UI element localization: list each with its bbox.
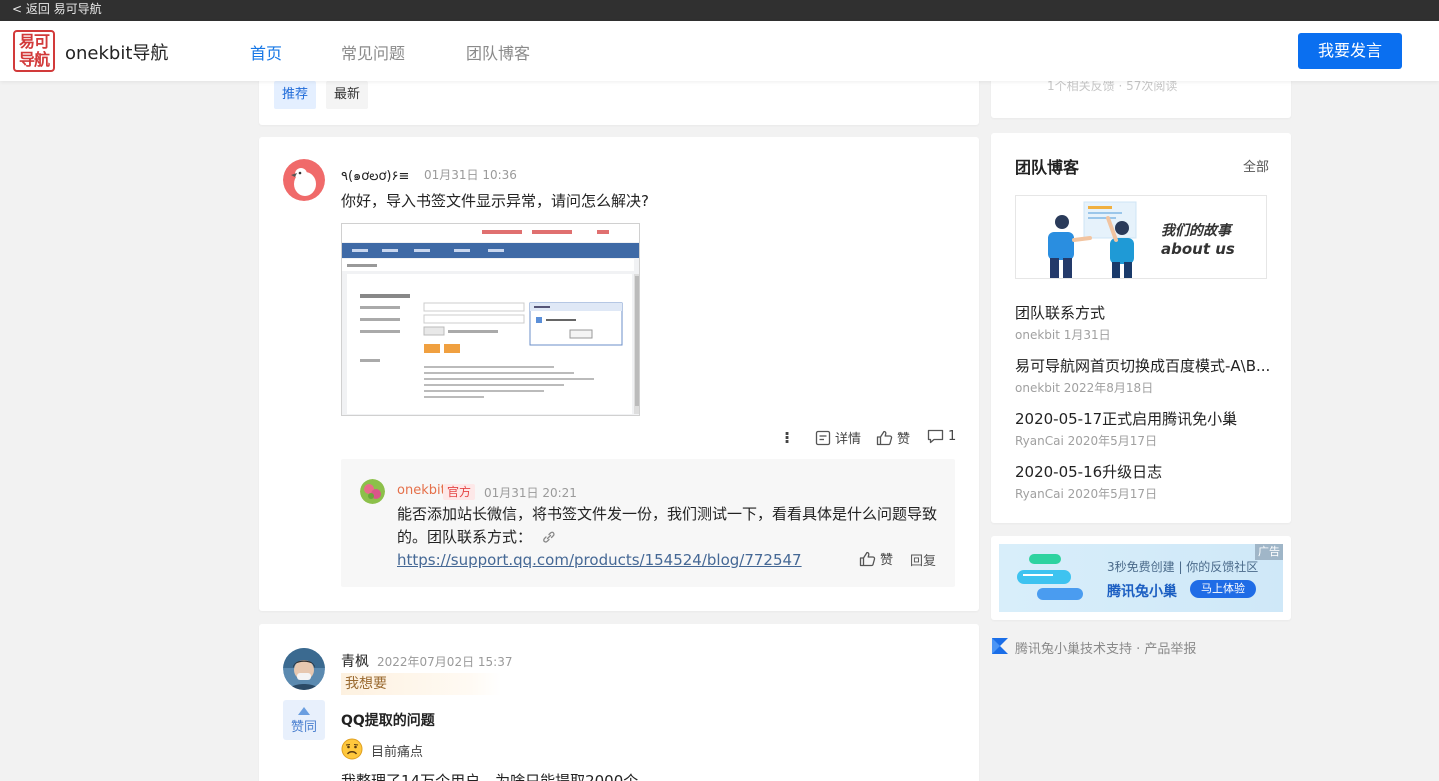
reply-button-label: 回复 (910, 554, 937, 569)
post-button[interactable]: 我要发言 (1298, 33, 1402, 69)
thumbs-up-icon (876, 430, 893, 445)
post-body: 我整理了14万个用户，为啥只能提取2000个 (341, 772, 639, 781)
blog-post-meta: RyanCai 2020年5月17日 (1015, 487, 1158, 501)
comment-count: 1 (948, 428, 957, 444)
more-icon: ⁝ (784, 428, 791, 447)
avatar[interactable] (283, 648, 325, 690)
link-icon (542, 531, 555, 543)
txc-logo-shape (992, 638, 1008, 654)
site-logo[interactable]: 易可 导航 (13, 30, 55, 72)
footer-support-link[interactable]: 腾讯兔小巢技术支持 · 产品举报 (1015, 638, 1196, 657)
reply-time: 01月31日 20:21 (484, 486, 577, 500)
back-link[interactable]: < 返回 易可导航 (12, 2, 102, 16)
back-bar: < 返回 易可导航 (0, 0, 1439, 21)
reply-like-button[interactable]: 赞 (859, 549, 893, 568)
post-author[interactable]: 青枫 (341, 651, 369, 671)
reply-link[interactable]: https://support.qq.com/products/154524/b… (397, 551, 802, 569)
view-all-link[interactable]: 全部 (1243, 156, 1269, 175)
blog-post-link[interactable]: 2020-05-17正式启用腾讯免小巢 (1015, 408, 1237, 429)
pain-emoji-icon (341, 738, 363, 760)
ad-label: 广告 (1255, 544, 1283, 560)
ad-tagline: 3秒免费创建 | 你的反馈社区 (1107, 560, 1259, 574)
detail-label: 详情 (835, 432, 862, 447)
post-card (259, 624, 979, 781)
avatar-image (283, 159, 325, 201)
ad-banner[interactable]: 3秒免费创建 | 你的反馈社区 腾讯兔小巢 马上体验 广告 (999, 544, 1283, 612)
about-us-banner[interactable]: 我们的故事 about us (1015, 195, 1267, 279)
logo-line-1: 易可 (18, 32, 50, 51)
more-button[interactable]: ⁝ (784, 428, 790, 447)
reply-avatar-image (360, 479, 385, 504)
upvote-button[interactable]: 赞同 (283, 700, 325, 740)
detail-button[interactable]: 详情 (815, 428, 861, 447)
avatar-image (283, 648, 325, 690)
site-header: 易可 导航 onekbit导航 首页 常见问题 团队博客 我要发言 (0, 21, 1439, 81)
txc-logo-icon (991, 636, 1009, 656)
banner-title-cn: 我们的故事 (1161, 223, 1231, 239)
blog-post-link[interactable]: 团队联系方式 (1015, 302, 1105, 323)
comment-button[interactable]: 1 (927, 428, 956, 444)
post-actions: ⁝ 详情 赞 1 (784, 428, 964, 448)
chat-bubbles-icon (1017, 554, 1083, 600)
post-text: 你好，导入书签文件显示异常，请问怎么解决? (341, 192, 649, 210)
nav-faq[interactable]: 常见问题 (341, 40, 405, 64)
avatar[interactable] (283, 159, 325, 201)
upvote-label: 赞同 (290, 720, 317, 735)
tab-recommended[interactable]: 推荐 (274, 81, 317, 109)
ad-cta-button[interactable]: 马上体验 (1190, 580, 1256, 598)
post-time: 2022年07月02日 15:37 (377, 655, 513, 669)
detail-icon (815, 430, 831, 445)
logo-line-2: 导航 (18, 50, 50, 69)
reply-body: 能否添加站长微信，将书签文件发一份，我们测试一下，看看具体是什么问题导致的。团队… (397, 505, 938, 546)
nav-team-blog[interactable]: 团队博客 (466, 40, 530, 64)
blog-post-meta: RyanCai 2020年5月17日 (1015, 434, 1158, 448)
team-blog-card: 团队博客 全部 我们的故事 about us 团队联系方式 onekbit 1月… (991, 133, 1291, 523)
team-blog-title: 团队博客 (1015, 158, 1080, 177)
like-button[interactable]: 赞 (876, 428, 910, 447)
want-tag: 我想要 (341, 673, 501, 695)
triangle-up-icon (298, 707, 310, 715)
ad-product: 腾讯兔小巢 (1107, 584, 1177, 600)
comment-icon (927, 429, 944, 444)
thumbs-up-icon (859, 551, 876, 566)
post-image[interactable] (341, 223, 640, 416)
blog-post-meta: onekbit 1月31日 (1015, 328, 1111, 342)
post-time: 01月31日 10:36 (424, 168, 517, 182)
nav-home[interactable]: 首页 (250, 40, 282, 64)
reply-text: 能否添加站长微信，将书签文件发一份，我们测试一下，看看具体是什么问题导致的。团队… (397, 503, 937, 572)
banner-title-en: about us (1161, 240, 1235, 258)
post-image-content (342, 224, 639, 415)
ad-card: 3秒免费创建 | 你的反馈社区 腾讯兔小巢 马上体验 广告 (991, 536, 1291, 620)
reply-like-label: 赞 (880, 553, 894, 568)
frown-face-icon (341, 738, 363, 760)
reply-button[interactable]: 回复 (910, 550, 936, 569)
blog-post-link[interactable]: 2020-05-16升级日志 (1015, 461, 1162, 482)
tab-latest[interactable]: 最新 (326, 81, 369, 109)
reply-author[interactable]: onekbit (397, 483, 446, 498)
brand-name[interactable]: onekbit导航 (65, 39, 168, 65)
reply-avatar[interactable] (360, 479, 385, 504)
pain-label: 目前痛点 (371, 745, 424, 760)
blog-post-link[interactable]: 易可导航网首页切换成百度模式-A\B... (1015, 355, 1269, 376)
official-badge: 官方 (443, 484, 476, 500)
post-title: QQ提取的问题 (341, 713, 435, 729)
blog-post-meta: onekbit 2022年8月18日 (1015, 381, 1154, 395)
like-label: 赞 (897, 432, 911, 447)
post-author[interactable]: ٩(๑ơలơ)۶≡ (341, 165, 409, 187)
reply-box: onekbit 官方 01月31日 20:21 能否添加站长微信，将书签文件发一… (341, 459, 955, 587)
